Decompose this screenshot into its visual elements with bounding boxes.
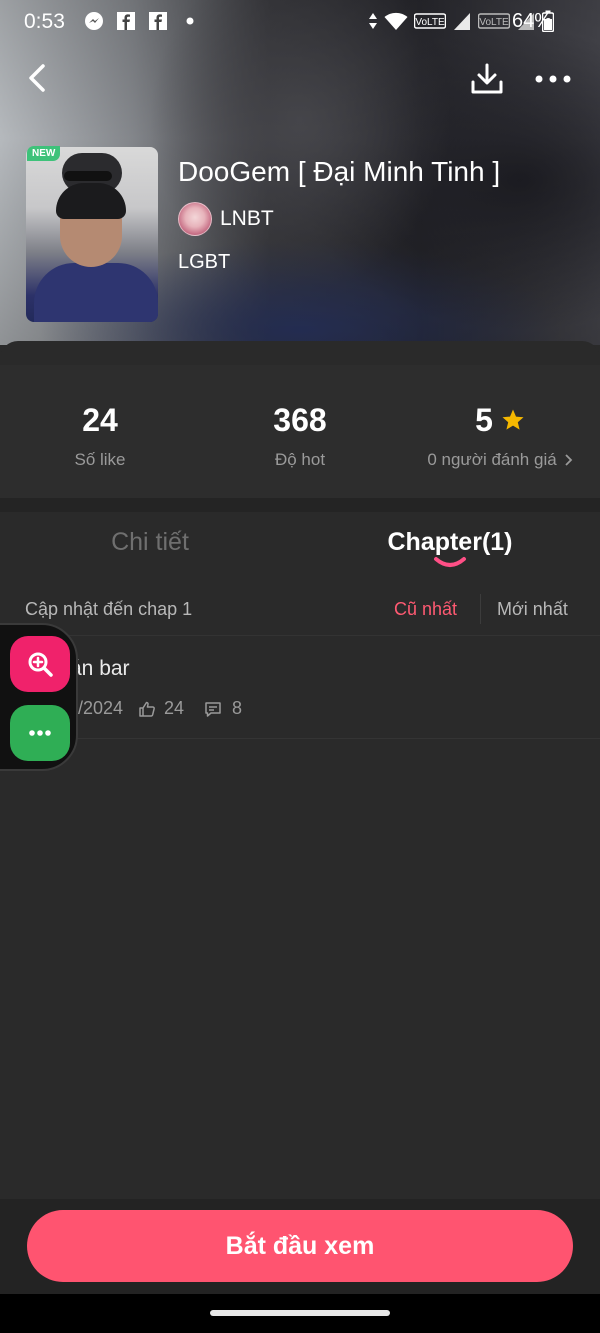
likes-value: 24 (82, 401, 118, 438)
zoom-in-icon (28, 652, 53, 677)
author-row[interactable]: LNBT (178, 202, 274, 236)
battery-percent: 64% (511, 10, 552, 32)
chevron-right-icon (565, 454, 572, 466)
list-item[interactable]: án bar /2024 24 8 (0, 636, 600, 739)
more-icon (535, 75, 571, 83)
svg-text:VoLTE: VoLTE (415, 17, 445, 28)
tab-detail[interactable]: Chi tiết (0, 528, 300, 557)
messenger-icon (84, 11, 104, 31)
status-bar: 0:53 VoLTE VoLTE 64% (0, 0, 600, 46)
stats-panel: 24 Số like 368 Độ hot 5 0 người đánh giá (0, 364, 600, 498)
chapter-like-count: 24 (164, 698, 185, 718)
back-icon (29, 64, 45, 92)
update-status: Cập nhật đến chap 1 (25, 599, 193, 619)
dot-icon (180, 11, 200, 31)
star-icon (502, 409, 524, 430)
floating-more-button[interactable] (10, 705, 70, 761)
sort-oldest-button[interactable]: Cũ nhất (394, 599, 457, 620)
comic-cover (26, 147, 158, 322)
stat-rating[interactable]: 5 0 người đánh giá (400, 400, 600, 470)
stat-hot: 368 Độ hot (200, 400, 400, 470)
facebook-icon (116, 11, 136, 31)
stat-likes: 24 Số like (0, 400, 200, 470)
signal-icon (452, 11, 472, 36)
chapter-list-header: Cập nhật đến chap 1 Cũ nhất Mới nhất (0, 584, 600, 636)
notification-icons (84, 11, 200, 31)
sort-newest-button[interactable]: Mới nhất (497, 599, 568, 620)
rating-value: 5 (475, 401, 493, 438)
likes-label: Số like (74, 450, 126, 469)
rating-label-row: 0 người đánh giá (400, 450, 600, 470)
tab-chapter[interactable]: Chapter(1) (300, 528, 600, 557)
tab-bar: Chi tiết Chapter(1) (0, 512, 600, 584)
genre-label: LGBT (178, 251, 231, 273)
facebook-icon (148, 11, 168, 31)
new-badge: NEW (27, 146, 61, 161)
data-arrows-icon (368, 11, 378, 36)
sort-divider (480, 594, 481, 624)
more-icon (29, 730, 51, 736)
svg-text:VoLTE: VoLTE (479, 17, 509, 28)
chapter-date: /2024 (78, 698, 124, 718)
rating-label: 0 người đánh giá (427, 450, 557, 469)
tab-indicator (434, 557, 466, 567)
back-button[interactable] (22, 60, 54, 96)
rating-value-row: 5 (400, 400, 600, 440)
wifi-icon (384, 11, 408, 36)
zoom-button[interactable] (10, 636, 70, 692)
download-button[interactable] (468, 60, 506, 98)
avatar (178, 202, 212, 236)
more-button[interactable] (532, 64, 574, 94)
author-name: LNBT (220, 207, 274, 230)
chapter-title: án bar (70, 657, 130, 680)
volte-icon: VoLTE (477, 11, 511, 36)
sheet-top (0, 341, 600, 365)
home-indicator[interactable] (210, 1310, 390, 1316)
comment-icon (205, 701, 221, 717)
chapter-comments: 8 (204, 698, 242, 719)
hot-value: 368 (273, 401, 327, 438)
download-icon (471, 63, 503, 94)
start-reading-button[interactable]: Bắt đầu xem (27, 1210, 573, 1282)
hot-label: Độ hot (274, 450, 326, 469)
section-divider (0, 498, 600, 512)
comic-title: DooGem [ Đại Minh Tinh ] (178, 156, 501, 187)
status-time: 0:53 (24, 10, 65, 33)
volte-icon: VoLTE (413, 11, 447, 36)
chapter-comment-count: 8 (232, 698, 243, 718)
thumbs-up-icon (139, 701, 155, 717)
chapter-likes: 24 (138, 698, 184, 719)
